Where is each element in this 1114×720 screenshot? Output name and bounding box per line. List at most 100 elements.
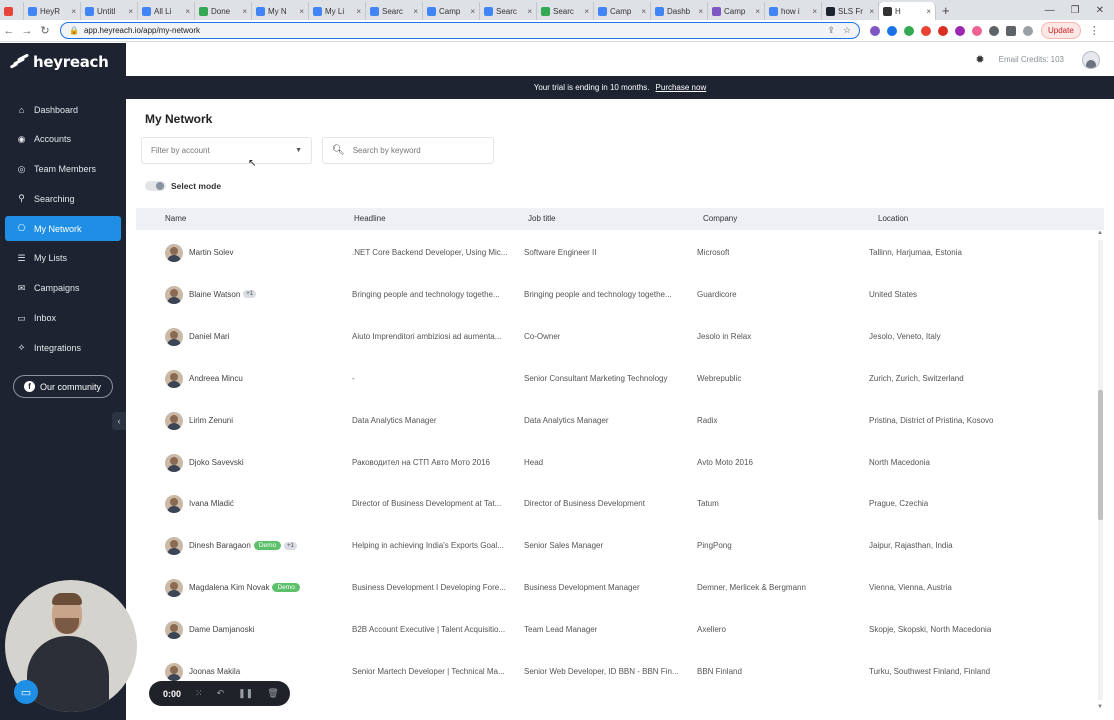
table-row[interactable]: Andreea Mincu - Senior Consultant Marketin…: [136, 358, 1093, 400]
extension-icon[interactable]: [870, 25, 880, 36]
browser-tab[interactable]: Untitl ×: [81, 2, 138, 20]
extension-icon[interactable]: [955, 25, 965, 36]
sidebar-item-my-network[interactable]: ⎔ My Network: [5, 216, 121, 242]
scrollbar-thumb[interactable]: [1098, 390, 1103, 520]
pause-icon[interactable]: ❚❚: [238, 688, 253, 699]
select-mode-toggle[interactable]: [145, 181, 166, 191]
tab-close-icon[interactable]: ×: [869, 7, 874, 16]
name-cell[interactable]: Daniel Mari: [189, 332, 229, 341]
sidebar-item-my-lists[interactable]: ☰ My Lists: [5, 246, 121, 271]
tab-close-icon[interactable]: ×: [527, 7, 532, 16]
browser-tab[interactable]: Dashb ×: [651, 2, 708, 20]
table-row[interactable]: Martin Solev .NET Core Backend Developer,…: [136, 232, 1093, 274]
new-tab-icon[interactable]: +: [936, 2, 956, 20]
share-icon[interactable]: ⇪: [827, 25, 835, 36]
sidebar-item-searching[interactable]: ⚲ Searching: [5, 186, 121, 211]
restore-icon[interactable]: ❐: [1071, 5, 1080, 16]
browser-tab[interactable]: Camp ×: [594, 2, 651, 20]
community-button[interactable]: f Our community: [13, 375, 113, 398]
tab-close-icon[interactable]: ×: [185, 7, 190, 16]
column-header-headline[interactable]: Headline: [354, 214, 386, 223]
chat-support-button[interactable]: ▭: [14, 680, 38, 704]
table-row[interactable]: Djoko Savevski Раководител на СТП Авто Мо…: [136, 442, 1093, 484]
table-scrollbar[interactable]: ▲ ▼: [1096, 230, 1104, 710]
tab-close-icon[interactable]: ×: [356, 7, 361, 16]
column-header-job-title[interactable]: Job title: [528, 214, 556, 223]
sidebar-item-team-members[interactable]: ◎ Team Members: [5, 157, 121, 182]
browser-tab[interactable]: Searc ×: [366, 2, 423, 20]
gear-icon[interactable]: ✹: [975, 53, 984, 66]
browser-tab[interactable]: Searc ×: [537, 2, 594, 20]
tab-close-icon[interactable]: ×: [413, 7, 418, 16]
column-header-company[interactable]: Company: [703, 214, 737, 223]
tab-close-icon[interactable]: ×: [698, 7, 703, 16]
tab-close-icon[interactable]: ×: [755, 7, 760, 16]
sidebar-item-inbox[interactable]: ▭ Inbox: [5, 306, 121, 331]
name-cell[interactable]: Lirim Zenuni: [189, 416, 233, 425]
table-row[interactable]: Dinesh Baragaon Demo +1 Helping in achievin…: [136, 525, 1093, 567]
tab-close-icon[interactable]: ×: [812, 7, 817, 16]
table-row[interactable]: Blaine Watson +1 Bringing people and techn…: [136, 274, 1093, 316]
browser-tab[interactable]: HeyR ×: [24, 2, 81, 20]
table-row[interactable]: Magdalena Kim Novak Demo Business Developm…: [136, 567, 1093, 609]
browser-tab[interactable]: H ×: [879, 2, 936, 20]
tab-close-icon[interactable]: ×: [242, 7, 247, 16]
browser-tab[interactable]: Camp ×: [708, 2, 765, 20]
name-cell[interactable]: Dinesh Baragaon Demo +1: [189, 541, 298, 551]
close-window-icon[interactable]: ✕: [1096, 5, 1104, 16]
forward-icon[interactable]: →: [18, 25, 36, 37]
bookmark-star-icon[interactable]: ☆: [843, 25, 851, 36]
scroll-up-icon[interactable]: ▲: [1097, 230, 1103, 236]
table-row[interactable]: Lirim Zenuni Data Analytics Manager Data A…: [136, 400, 1093, 442]
column-header-location[interactable]: Location: [878, 214, 908, 223]
browser-tab[interactable]: [0, 2, 24, 20]
extension-icon[interactable]: [972, 25, 982, 36]
browser-tab[interactable]: Searc ×: [480, 2, 537, 20]
extension-icon[interactable]: [887, 25, 897, 36]
browser-tab[interactable]: Done ×: [195, 2, 252, 20]
name-cell[interactable]: Martin Solev: [189, 248, 233, 257]
browser-tab[interactable]: SLS Fr ×: [822, 2, 879, 20]
name-cell[interactable]: Djoko Savevski: [189, 458, 244, 467]
search-input[interactable]: [352, 146, 483, 155]
address-bar[interactable]: 🔒 app.heyreach.io/app/my-network ⇪ ☆: [60, 22, 860, 39]
profile-icon[interactable]: [1023, 25, 1033, 36]
user-avatar[interactable]: [1082, 50, 1100, 69]
name-cell[interactable]: Andreea Mincu: [189, 374, 243, 383]
reload-icon[interactable]: ↻: [36, 24, 54, 37]
tab-close-icon[interactable]: ×: [584, 7, 589, 16]
name-cell[interactable]: Magdalena Kim Novak Demo: [189, 583, 300, 593]
browser-menu-icon[interactable]: ⋮: [1089, 24, 1100, 37]
sidebar-item-accounts[interactable]: ◉ Accounts: [5, 127, 121, 152]
brand-logo[interactable]: heyreach: [9, 53, 109, 71]
extension-icon[interactable]: [938, 25, 948, 36]
collapse-sidebar-button[interactable]: ‹: [112, 412, 126, 430]
sidepanel-icon[interactable]: [1006, 25, 1016, 36]
tab-close-icon[interactable]: ×: [128, 7, 133, 16]
browser-tab[interactable]: My N ×: [252, 2, 309, 20]
tab-close-icon[interactable]: ×: [299, 7, 304, 16]
filter-by-account-select[interactable]: Filter by account ▼: [141, 137, 312, 164]
puzzle-icon[interactable]: [989, 25, 999, 36]
name-cell[interactable]: Blaine Watson +1: [189, 290, 257, 299]
tab-close-icon[interactable]: ×: [71, 7, 76, 16]
sidebar-item-integrations[interactable]: ⟡ Integrations: [5, 335, 121, 360]
browser-tab[interactable]: Camp ×: [423, 2, 480, 20]
extension-icon[interactable]: [904, 25, 914, 36]
table-row[interactable]: Ivana Mladić Director of Business Develop…: [136, 483, 1093, 525]
browser-tab[interactable]: All Li ×: [138, 2, 195, 20]
minimize-icon[interactable]: —: [1045, 5, 1055, 16]
tab-close-icon[interactable]: ×: [470, 7, 475, 16]
trash-icon[interactable]: 🗑︎: [267, 688, 278, 699]
purchase-now-link[interactable]: Purchase now: [656, 83, 707, 92]
name-cell[interactable]: Dame Damjanoski: [189, 625, 254, 634]
table-row[interactable]: Daniel Mari Aiuto Imprenditori ambiziosi …: [136, 316, 1093, 358]
tab-close-icon[interactable]: ×: [926, 7, 931, 16]
tab-close-icon[interactable]: ×: [641, 7, 646, 16]
browser-tab[interactable]: My Li ×: [309, 2, 366, 20]
scroll-down-icon[interactable]: ▼: [1097, 704, 1103, 710]
browser-tab[interactable]: how i ×: [765, 2, 822, 20]
sidebar-item-campaigns[interactable]: ✉ Campaigns: [5, 276, 121, 301]
sidebar-item-dashboard[interactable]: ⌂ Dashboard: [5, 97, 121, 122]
grid-icon[interactable]: ⁙: [195, 688, 203, 699]
